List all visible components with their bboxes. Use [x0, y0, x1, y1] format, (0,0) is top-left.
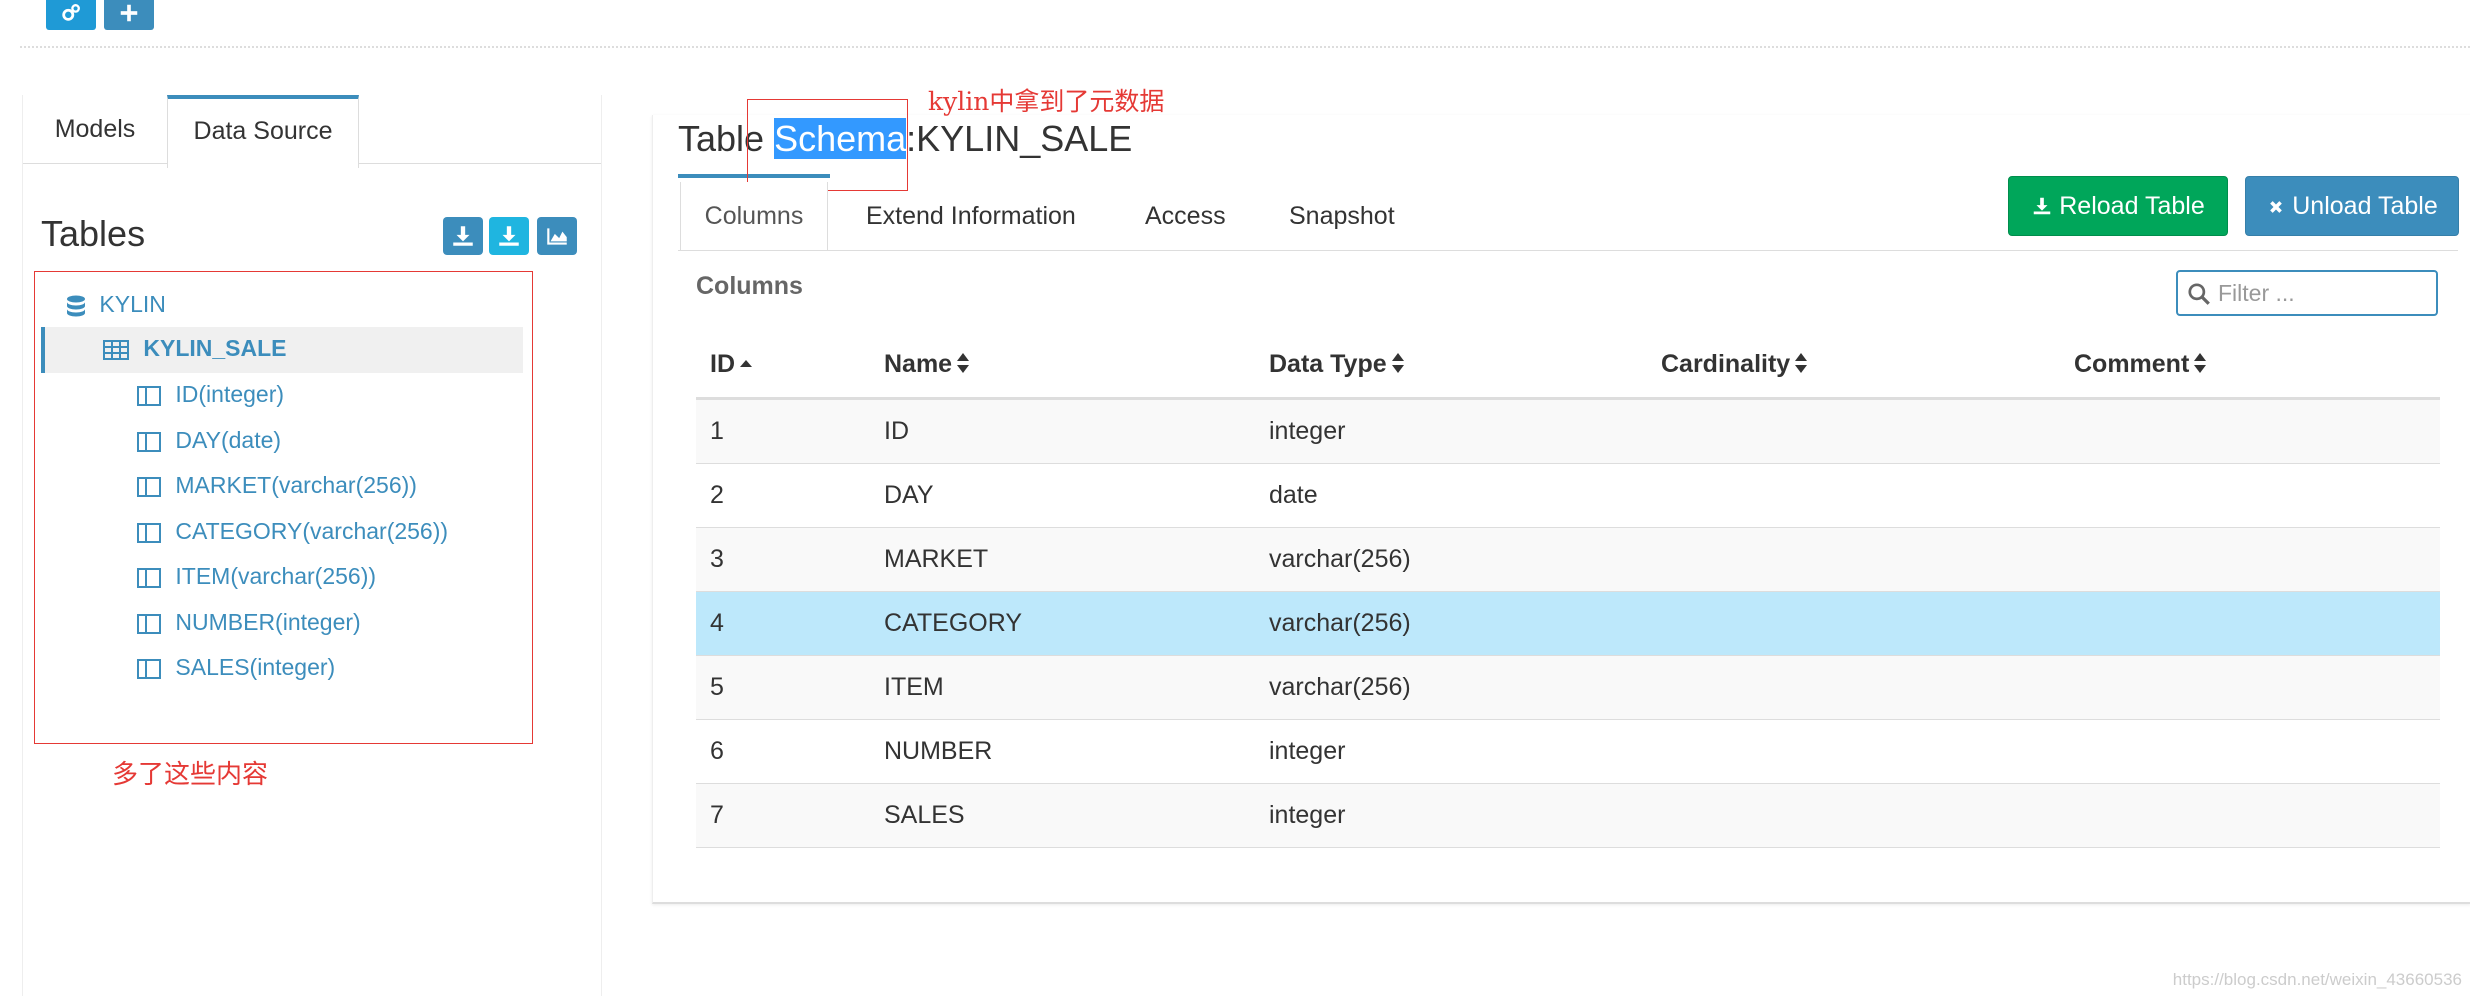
cell-id: 4 — [710, 609, 724, 637]
sort-asc-icon — [735, 350, 753, 378]
cell-type: varchar(256) — [1269, 545, 1411, 573]
column-header-name[interactable]: Name — [884, 350, 970, 379]
left-tabs: Models Data Source — [23, 95, 601, 168]
reload-table-button[interactable]: Reload Table — [2008, 176, 2228, 236]
annotation-text-tree: 多了这些内容 — [112, 760, 269, 790]
table-row-highlighted[interactable]: 4 CATEGORY varchar(256) — [696, 591, 2440, 655]
title-suffix: :KYLIN_SALE — [906, 118, 1133, 159]
tab-models[interactable]: Models — [23, 95, 167, 163]
search-icon — [2186, 281, 2212, 312]
cell-id: 1 — [710, 417, 724, 445]
table-row[interactable]: 5 ITEM varchar(256) — [696, 655, 2440, 719]
load-table-button[interactable] — [443, 217, 483, 255]
cell-name: CATEGORY — [884, 609, 1022, 637]
cell-type: integer — [1269, 737, 1346, 765]
add-streaming-button[interactable] — [537, 217, 577, 255]
annotation-box-schema — [747, 99, 908, 191]
header-label: ID — [710, 350, 735, 378]
table-row[interactable]: 6 NUMBER integer — [696, 719, 2440, 783]
gears-icon — [60, 4, 82, 29]
tab-extend-information[interactable]: Extend Information — [866, 182, 1076, 250]
table-row[interactable]: 7 SALES integer — [696, 783, 2440, 848]
table-row[interactable]: 1 ID integer — [696, 399, 2440, 463]
cell-name: MARKET — [884, 545, 989, 573]
download-icon — [450, 226, 476, 253]
column-header-comment[interactable]: Comment — [2074, 350, 2207, 379]
download-icon — [2031, 192, 2059, 220]
cell-name: NUMBER — [884, 737, 993, 765]
tab-data-source[interactable]: Data Source — [167, 95, 359, 168]
table-row[interactable]: 2 DAY date — [696, 463, 2440, 527]
cell-name: ITEM — [884, 673, 944, 701]
cell-name: ID — [884, 417, 909, 445]
tables-title: Tables — [41, 213, 146, 254]
sort-icon — [1790, 350, 1808, 378]
cell-id: 2 — [710, 481, 724, 509]
column-header-cardinality[interactable]: Cardinality — [1661, 350, 1808, 379]
cell-type: date — [1269, 481, 1318, 509]
header-label: Name — [884, 350, 953, 378]
header-label: Cardinality — [1661, 350, 1791, 378]
cell-id: 3 — [710, 545, 724, 573]
unload-table-label: Unload Table — [2292, 192, 2438, 220]
tab-snapshot[interactable]: Snapshot — [1289, 182, 1395, 250]
load-table-from-tree-button[interactable] — [489, 217, 529, 255]
cell-type: integer — [1269, 417, 1346, 445]
plus-icon — [118, 4, 140, 29]
close-icon — [2266, 192, 2292, 220]
header-label: Comment — [2074, 350, 2190, 378]
table-row[interactable]: 3 MARKET varchar(256) — [696, 527, 2440, 591]
column-header-data-type[interactable]: Data Type — [1269, 350, 1405, 379]
filter-input[interactable] — [2176, 270, 2438, 316]
columns-section-title: Columns — [696, 272, 803, 300]
cell-type: varchar(256) — [1269, 609, 1411, 637]
area-chart-icon — [544, 228, 570, 253]
column-header-id[interactable]: ID — [710, 350, 753, 379]
tab-columns[interactable]: Columns — [680, 182, 828, 251]
cell-type: integer — [1269, 801, 1346, 829]
add-button[interactable] — [104, 0, 154, 30]
cell-id: 6 — [710, 737, 724, 765]
watermark: https://blog.csdn.net/weixin_43660536 — [2172, 970, 2462, 989]
cell-id: 5 — [710, 673, 724, 701]
unload-table-button[interactable]: Unload Table — [2245, 176, 2459, 236]
download-icon — [496, 226, 522, 253]
sort-icon — [1387, 350, 1405, 378]
gears-button[interactable] — [46, 0, 96, 30]
tabs-divider — [678, 250, 2458, 251]
annotation-box-tree — [34, 271, 533, 744]
header-label: Data Type — [1269, 350, 1387, 378]
toolbar-divider — [20, 46, 2470, 48]
annotation-text-schema: kylin中拿到了元数据 — [928, 87, 1165, 116]
cell-name: SALES — [884, 801, 965, 829]
cell-id: 7 — [710, 801, 724, 829]
cell-type: varchar(256) — [1269, 673, 1411, 701]
sort-icon — [2189, 350, 2207, 378]
tab-access[interactable]: Access — [1145, 182, 1226, 250]
sort-icon — [952, 350, 970, 378]
reload-table-label: Reload Table — [2059, 192, 2205, 220]
cell-name: DAY — [884, 481, 934, 509]
